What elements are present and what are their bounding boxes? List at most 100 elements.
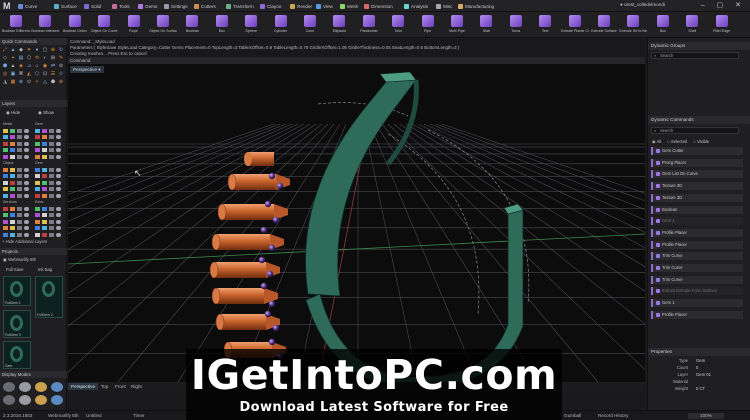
lock-icon[interactable] (17, 148, 22, 152)
menu-item[interactable]: Analysis (404, 3, 428, 10)
user-account[interactable]: ● orest_colledelmondi (620, 2, 665, 7)
menu-item[interactable]: View (316, 3, 333, 10)
layer-group-row[interactable]: Services Extra (1, 199, 65, 205)
status-item[interactable]: Record History (598, 413, 628, 419)
quick-command-icon[interactable]: ⬠ (33, 70, 41, 78)
project-thumbnail[interactable]: FullGem 1 (3, 276, 31, 306)
layer-color-swatch[interactable] (10, 232, 15, 237)
layer-color-swatch[interactable] (3, 174, 8, 178)
toolbar-button[interactable]: Slab (472, 13, 500, 37)
view-tab[interactable]: Right (128, 383, 145, 390)
eye-icon[interactable] (56, 180, 61, 185)
quick-command-icon[interactable]: ⇄ (49, 62, 57, 70)
layer-color-swatch[interactable] (10, 135, 15, 139)
layer-row[interactable] (1, 219, 65, 225)
layer-color-swatch[interactable] (10, 226, 15, 230)
eye-icon[interactable] (24, 226, 29, 230)
menu-item[interactable]: Dimension (364, 3, 393, 10)
ink-bag-button[interactable]: Ink Bag (38, 267, 52, 272)
project-thumbnail[interactable]: Gem (3, 341, 31, 369)
quick-command-icon[interactable]: ⌂ (33, 62, 41, 70)
toolbar-button[interactable]: Multi Pipe (443, 13, 471, 37)
lock-icon[interactable] (17, 213, 22, 217)
quick-command-icon[interactable]: ⟐ (57, 70, 65, 78)
eye-icon[interactable] (24, 174, 29, 178)
dynamic-command-item[interactable]: Profile Placer (651, 240, 743, 249)
menu-item[interactable]: Surface (54, 3, 77, 10)
dynamic-command-item[interactable]: Gem 1 (651, 217, 743, 226)
menu-item[interactable]: Curve (18, 3, 37, 10)
lock-icon[interactable] (17, 141, 22, 146)
quick-command-icon[interactable]: ◆ (17, 46, 25, 54)
lock-icon[interactable] (49, 219, 54, 224)
layer-row[interactable] (1, 193, 65, 199)
viewport-perspective[interactable]: ↖ Perspective ▾ (68, 64, 645, 382)
toolbar-button[interactable]: Boolean Union (61, 13, 89, 37)
dynamic-command-item[interactable]: Extract Extrude Form Surface (651, 287, 743, 296)
quick-command-icon[interactable]: ◉ (41, 62, 49, 70)
eye-icon[interactable] (24, 180, 29, 185)
lock-icon[interactable] (17, 187, 22, 191)
menu-item[interactable]: Render (290, 3, 312, 10)
toolbar-button[interactable]: Ellipsoid (325, 13, 353, 37)
layer-color-swatch[interactable] (35, 226, 40, 230)
eye-icon[interactable] (56, 226, 61, 230)
lock-icon[interactable] (49, 187, 54, 191)
eye-icon[interactable] (24, 128, 29, 133)
quick-command-icon[interactable]: ⊡ (41, 70, 49, 78)
dynamic-command-item[interactable]: Trim Curve (651, 264, 743, 272)
toolbar-button[interactable]: Box (208, 13, 236, 37)
toolbar-button[interactable]: Pipe (414, 13, 442, 37)
quick-command-icon[interactable]: ⟲ (33, 54, 41, 62)
layer-color-swatch[interactable] (35, 174, 40, 178)
lock-icon[interactable] (17, 128, 22, 133)
layer-row[interactable] (1, 225, 65, 231)
lock-icon[interactable] (17, 180, 22, 185)
quick-command-icon[interactable]: ⬡ (25, 54, 33, 62)
toolbar-button[interactable]: Extrude Surface (590, 13, 618, 37)
quick-command-icon[interactable]: ⊚ (57, 78, 65, 86)
dynamic-command-item[interactable]: Profile Placer (651, 310, 743, 319)
layer-row[interactable] (1, 147, 65, 153)
menu-item[interactable]: Misc (436, 3, 452, 10)
display-mode-icon[interactable] (3, 382, 15, 392)
eye-icon[interactable] (24, 206, 29, 211)
quick-command-icon[interactable]: ↻ (57, 46, 65, 54)
eye-icon[interactable] (56, 206, 61, 211)
display-mode-icon[interactable] (19, 395, 31, 405)
toolbar-button[interactable]: Paraboloid (355, 13, 383, 37)
layer-color-swatch[interactable] (35, 154, 40, 159)
toolbar-button[interactable]: Extrude Srf to Nearby (619, 13, 647, 37)
eye-icon[interactable] (24, 135, 29, 139)
property-value[interactable]: 0 (696, 365, 698, 371)
hide-additional-layers[interactable]: + Hide Additional Layers (2, 239, 47, 244)
eye-icon[interactable] (56, 219, 61, 224)
quick-command-icon[interactable]: ✦ (25, 46, 33, 54)
toolbar-button[interactable]: Rope (120, 13, 148, 37)
layer-color-swatch[interactable] (3, 154, 8, 159)
layer-row[interactable] (1, 212, 65, 218)
toolbar-button[interactable]: Cone (296, 13, 324, 37)
menu-item[interactable]: Cutters (194, 3, 216, 10)
dynamic-command-item[interactable]: Gem 1 (651, 299, 743, 308)
display-mode-icon[interactable] (35, 382, 47, 392)
eye-icon[interactable] (24, 219, 29, 224)
lock-icon[interactable] (49, 193, 54, 198)
toolbar-button[interactable]: Tube (384, 13, 412, 37)
eye-icon[interactable] (24, 213, 29, 217)
quick-command-icon[interactable]: ▤ (17, 54, 25, 62)
command-input[interactable]: Command: (68, 57, 645, 64)
quick-command-icon[interactable]: ▲ (9, 62, 17, 70)
layer-color-swatch[interactable] (35, 141, 40, 146)
layer-color-swatch[interactable] (35, 180, 40, 185)
view-tab[interactable]: Perspective (68, 383, 99, 390)
quick-command-icon[interactable]: ⌖ (9, 54, 17, 62)
layer-color-swatch[interactable] (42, 148, 47, 152)
dynamic-commands-search[interactable]: ⌕ Search (651, 127, 739, 134)
eye-icon[interactable] (24, 148, 29, 152)
layer-color-swatch[interactable] (3, 213, 8, 217)
layer-color-swatch[interactable] (42, 141, 47, 146)
layer-color-swatch[interactable] (35, 148, 40, 152)
layer-color-swatch[interactable] (42, 167, 47, 172)
layer-color-swatch[interactable] (35, 187, 40, 191)
